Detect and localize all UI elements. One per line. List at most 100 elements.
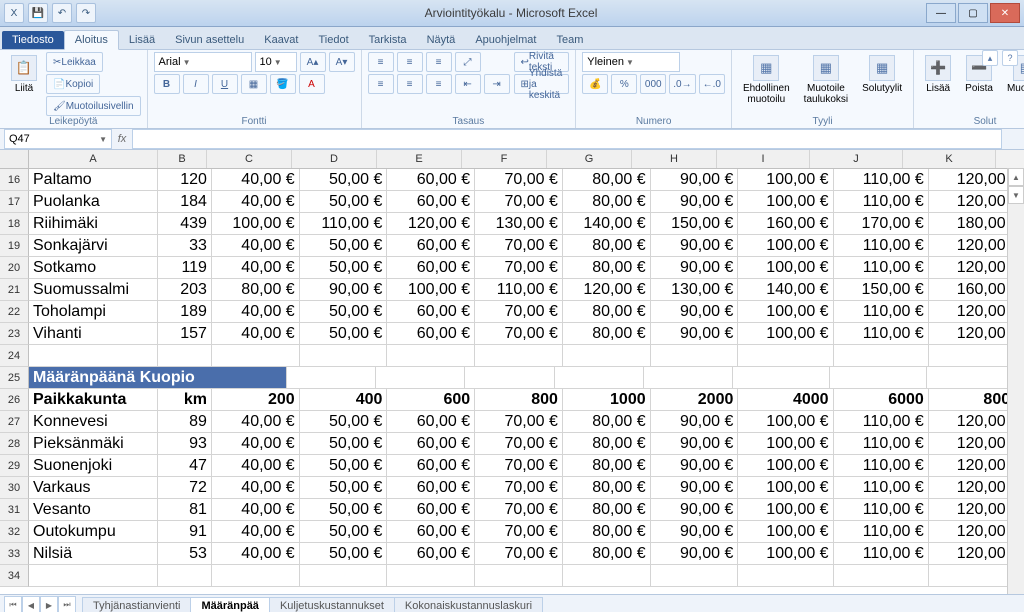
cell[interactable]: 60,00 €	[387, 499, 475, 521]
fill-color-button[interactable]: 🪣	[270, 74, 296, 94]
cell[interactable]: 203	[158, 279, 212, 301]
cell[interactable]: 40,00 €	[212, 301, 300, 323]
cell[interactable]: 100,00 €	[738, 499, 833, 521]
row-header[interactable]: 16	[0, 169, 29, 191]
font-color-button[interactable]: A	[299, 74, 325, 94]
cell[interactable]	[475, 565, 563, 587]
row-header[interactable]: 31	[0, 499, 29, 521]
cell[interactable]: Pieksänmäki	[29, 433, 158, 455]
cell[interactable]: 110,00 €	[834, 257, 929, 279]
cell[interactable]: 60,00 €	[387, 433, 475, 455]
cell[interactable]: 70,00 €	[475, 169, 563, 191]
minimize-ribbon-icon[interactable]: ▴	[982, 50, 998, 66]
cell[interactable]	[738, 565, 833, 587]
cell[interactable]: 110,00 €	[834, 323, 929, 345]
number-format-combo[interactable]: Yleinen▼	[582, 52, 680, 72]
cell[interactable]: Riihimäki	[29, 213, 158, 235]
cell[interactable]: 80,00 €	[563, 521, 651, 543]
close-button[interactable]: ✕	[990, 3, 1020, 23]
cell[interactable]	[830, 367, 927, 389]
cell[interactable]: 100,00 €	[738, 521, 833, 543]
cell[interactable]: Vihanti	[29, 323, 158, 345]
cell[interactable]: 72	[158, 477, 212, 499]
orientation-button[interactable]: ⤢	[455, 52, 481, 72]
cell[interactable]: 70,00 €	[475, 499, 563, 521]
scroll-up-icon[interactable]: ▲	[1008, 168, 1024, 186]
cell[interactable]: 70,00 €	[475, 433, 563, 455]
cell[interactable]: 90,00 €	[651, 257, 739, 279]
cell[interactable]: 60,00 €	[387, 455, 475, 477]
cell[interactable]: Varkaus	[29, 477, 158, 499]
cell[interactable]: 60,00 €	[387, 521, 475, 543]
cell[interactable]	[387, 565, 475, 587]
italic-button[interactable]: I	[183, 74, 209, 94]
align-center-button[interactable]: ≡	[397, 74, 423, 94]
cell[interactable]: 110,00 €	[834, 301, 929, 323]
row-header[interactable]: 29	[0, 455, 29, 477]
tab-näytä[interactable]: Näytä	[417, 31, 466, 49]
cell[interactable]: 70,00 €	[475, 411, 563, 433]
indent-inc-button[interactable]: ⇥	[484, 74, 510, 94]
name-box[interactable]: Q47▼	[4, 129, 112, 149]
cell[interactable]: 400	[300, 389, 388, 411]
cell[interactable]: 90,00 €	[651, 521, 739, 543]
cell[interactable]: 90,00 €	[651, 323, 739, 345]
cell[interactable]: Paltamo	[29, 169, 158, 191]
comma-button[interactable]: 000	[640, 74, 666, 94]
cell[interactable]: 110,00 €	[834, 455, 929, 477]
cell[interactable]: 80,00 €	[212, 279, 300, 301]
scroll-down-icon[interactable]: ▼	[1008, 186, 1024, 204]
cell[interactable]: 80,00 €	[563, 411, 651, 433]
cell[interactable]: 60,00 €	[387, 411, 475, 433]
cell[interactable]	[834, 345, 929, 367]
paste-button[interactable]: 📋 Liitä	[6, 52, 42, 97]
col-header-E[interactable]: E	[377, 150, 462, 168]
cell[interactable]: 90,00 €	[651, 191, 739, 213]
cell[interactable]	[465, 367, 554, 389]
cell[interactable]: 89	[158, 411, 212, 433]
rows-area[interactable]: 16Paltamo12040,00 €50,00 €60,00 €70,00 €…	[0, 169, 1024, 594]
cell[interactable]: 80,00 €	[563, 477, 651, 499]
cell[interactable]: 150,00 €	[651, 213, 739, 235]
row-header[interactable]: 32	[0, 521, 29, 543]
cell[interactable]: 1000	[563, 389, 651, 411]
cell[interactable]: 70,00 €	[475, 323, 563, 345]
vertical-scrollbar[interactable]: ▲ ▼	[1007, 168, 1024, 594]
format-painter-button[interactable]: 🖌 Muotoilusivellin	[46, 96, 141, 116]
indent-dec-button[interactable]: ⇤	[455, 74, 481, 94]
maximize-button[interactable]: ▢	[958, 3, 988, 23]
cell[interactable]	[29, 345, 158, 367]
currency-button[interactable]: 💰	[582, 74, 608, 94]
shrink-font-button[interactable]: A▾	[329, 52, 355, 72]
row-header[interactable]: 19	[0, 235, 29, 257]
cell[interactable]: 6000	[834, 389, 929, 411]
align-bottom-button[interactable]: ≡	[426, 52, 452, 72]
col-header-A[interactable]: A	[29, 150, 158, 168]
cell[interactable]	[376, 367, 465, 389]
cell[interactable]: 110,00 €	[834, 433, 929, 455]
cell[interactable]: 110,00 €	[834, 521, 929, 543]
cell[interactable]: 60,00 €	[387, 169, 475, 191]
cell[interactable]	[300, 565, 388, 587]
cell[interactable]: 50,00 €	[300, 543, 388, 565]
sheet-first-icon[interactable]: ⏮	[4, 596, 22, 612]
cell[interactable]: 800	[475, 389, 563, 411]
section-header[interactable]: Määränpäänä Kuopio	[29, 367, 287, 389]
cell[interactable]: 130,00 €	[651, 279, 739, 301]
cell[interactable]: 40,00 €	[212, 477, 300, 499]
row-header[interactable]: 18	[0, 213, 29, 235]
cell[interactable]	[563, 565, 651, 587]
cell[interactable]: 110,00 €	[300, 213, 388, 235]
cell[interactable]: 100,00 €	[212, 213, 300, 235]
cell[interactable]: 90,00 €	[651, 499, 739, 521]
row-header[interactable]: 28	[0, 433, 29, 455]
cell[interactable]	[563, 345, 651, 367]
cell[interactable]	[212, 345, 300, 367]
cell[interactable]: Vesanto	[29, 499, 158, 521]
col-header-B[interactable]: B	[158, 150, 207, 168]
cell[interactable]	[158, 565, 212, 587]
cell[interactable]: 70,00 €	[475, 477, 563, 499]
cell[interactable]: 90,00 €	[651, 169, 739, 191]
cell[interactable]: 140,00 €	[738, 279, 833, 301]
tab-sivun asettelu[interactable]: Sivun asettelu	[165, 31, 254, 49]
